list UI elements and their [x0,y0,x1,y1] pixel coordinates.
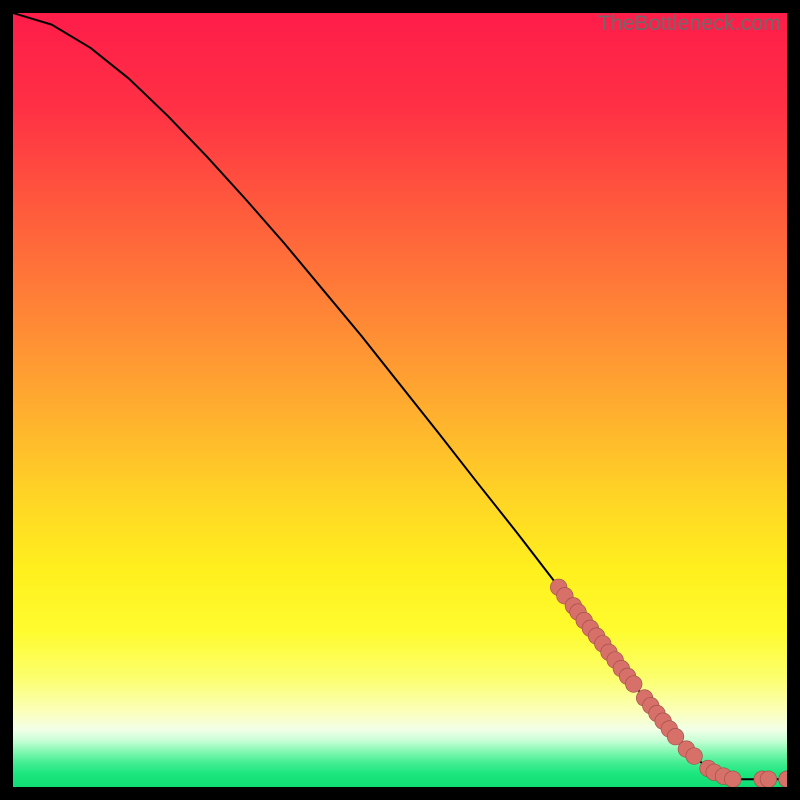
chart-marker [760,771,776,787]
chart-svg-layer [13,13,787,787]
chart-marker [686,748,702,764]
chart-marker [779,771,787,787]
chart-line-curve [13,13,787,779]
watermark-text: TheBottleneck.com [598,12,781,36]
chart-marker [626,676,642,692]
chart-plot-area: TheBottleneck.com [13,13,787,787]
chart-marker [725,771,741,787]
chart-marker-group [550,579,787,787]
